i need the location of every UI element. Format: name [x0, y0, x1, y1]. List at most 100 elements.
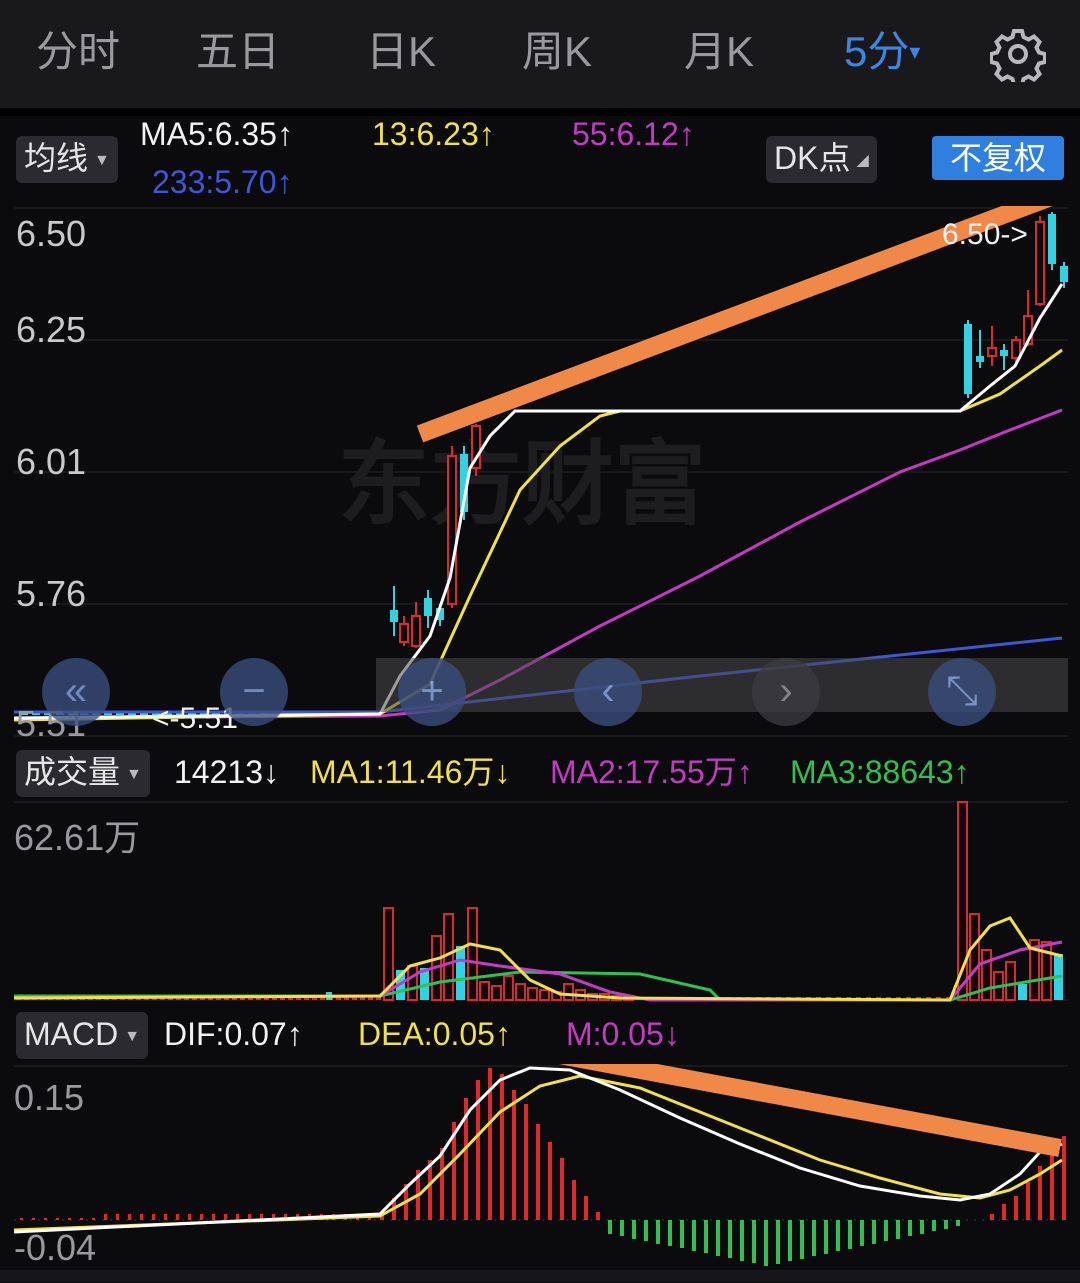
tab-weekly-k[interactable]: 周K [522, 22, 592, 82]
corner-triangle-icon: ◢ [856, 151, 869, 169]
ma5-value: MA5:6.35↑ [140, 112, 293, 156]
candle-body [390, 610, 398, 622]
volume-bar [479, 981, 490, 1001]
expand-icon: ⤡ [946, 669, 978, 713]
candle-body [1011, 339, 1021, 359]
fullscreen-button[interactable]: ⤡ [928, 658, 996, 726]
prev-button[interactable]: ‹ [574, 658, 642, 726]
ma-indicator-label: 均线 [24, 140, 89, 176]
macd-bar [656, 1220, 660, 1244]
ma233-value: 233:5.70↑ [152, 160, 293, 204]
macd-bar [56, 1218, 59, 1220]
macd-bar [692, 1220, 696, 1251]
macd-bar [512, 1090, 516, 1220]
macd-bar [224, 1214, 227, 1220]
candle-body [987, 347, 997, 357]
dk-point-selector[interactable]: DK点 ◢ [766, 136, 877, 183]
dk-point-label: DK点 [774, 140, 851, 176]
chevron-right-icon: › [779, 669, 793, 713]
vol-ma1-text: MA1:11.46万 [310, 754, 495, 790]
macd-bar [956, 1220, 960, 1226]
macd-bar [188, 1214, 191, 1220]
candlestick-chart[interactable]: 东方财富 6.50-> <-5.51 [0, 206, 1080, 738]
period-tab-bar: 分时 五日 日K 周K 月K 5分▾ [0, 0, 1080, 108]
macd-bar [860, 1220, 864, 1246]
m-text: M:0.05 [566, 1016, 664, 1052]
up-arrow-icon: ↑ [953, 754, 970, 790]
macd-bar [990, 1214, 994, 1220]
dif-text: DIF:0.07 [164, 1016, 287, 1052]
volume-bar [1018, 984, 1027, 1000]
chevron-down-icon: ▾ [909, 39, 921, 64]
ma13-text: 13:6.23 [372, 116, 479, 152]
macd-bar [908, 1220, 912, 1236]
macd-bar [812, 1220, 816, 1256]
ma55-text: 55:6.12 [572, 116, 679, 152]
macd-bar [932, 1220, 936, 1231]
up-arrow-icon: ↑ [678, 116, 695, 152]
candle-body [976, 356, 984, 362]
macd-bar [584, 1196, 588, 1220]
volume-bar [527, 987, 538, 1001]
tab-daily-k[interactable]: 日K [366, 22, 436, 82]
macd-bar [824, 1220, 828, 1254]
ma-indicator-selector[interactable]: 均线 ▼ [16, 136, 118, 183]
macd-bar [728, 1220, 732, 1258]
macd-bar [1050, 1146, 1054, 1220]
volume-indicator-selector[interactable]: 成交量 ▼ [16, 750, 150, 797]
tab-monthly-k[interactable]: 月K [684, 22, 754, 82]
tab-intraday[interactable]: 分时 [36, 22, 120, 82]
next-button[interactable]: › [752, 658, 820, 726]
macd-bar [752, 1220, 756, 1263]
macd-bar [1002, 1204, 1006, 1220]
time-axis [0, 1270, 1080, 1282]
macd-bar [788, 1220, 792, 1261]
volume-text: 14213 [174, 754, 263, 790]
macd-bar [800, 1220, 804, 1259]
y-label-601: 6.01 [16, 441, 87, 482]
up-arrow-icon: ↑ [478, 116, 495, 152]
gear-icon[interactable] [990, 26, 1046, 82]
candle-body [411, 615, 421, 647]
volume-bar [515, 983, 526, 1001]
y-label-625: 6.25 [16, 309, 87, 350]
no-adjust-button[interactable]: 不复权 [932, 136, 1064, 180]
zoom-out-button[interactable]: − [220, 658, 288, 726]
rewind-button[interactable]: « [42, 658, 110, 726]
macd-bar [896, 1220, 900, 1239]
macd-bar [536, 1124, 540, 1220]
macd-bar [1026, 1182, 1030, 1220]
macd-bar [116, 1214, 119, 1220]
macd-bar [92, 1218, 95, 1220]
zoom-in-button[interactable]: + [398, 658, 466, 726]
tab-5min[interactable]: 5分▾ [844, 22, 920, 82]
macd-dif-value: DIF:0.07↑ [164, 1012, 303, 1056]
volume-bar [407, 965, 418, 1001]
tab-five-day[interactable]: 五日 [196, 22, 280, 82]
macd-bar [212, 1214, 215, 1220]
macd-label: MACD [24, 1016, 119, 1052]
volume-chart[interactable] [0, 800, 1080, 1006]
up-arrow-icon: ↑ [494, 1016, 511, 1052]
macd-chart[interactable] [0, 1064, 1080, 1282]
macd-bar [596, 1212, 600, 1220]
macd-bar [848, 1220, 852, 1249]
up-arrow-icon: ↑ [286, 1016, 303, 1052]
watermark: 东方财富 [338, 431, 706, 538]
macd-bar [560, 1158, 564, 1220]
macd-bar [548, 1142, 552, 1220]
double-left-icon: « [64, 669, 88, 713]
macd-indicator-selector[interactable]: MACD ▼ [16, 1012, 149, 1059]
macd-bar [440, 1148, 444, 1220]
vol-ma3-value: MA3:88643↑ [790, 750, 970, 794]
volume-bar [503, 975, 514, 1001]
chevron-down-icon: ▼ [124, 1027, 141, 1045]
macd-bar [68, 1218, 71, 1220]
macd-bar [20, 1218, 23, 1220]
up-arrow-icon: ↑ [276, 116, 293, 152]
macd-bar [32, 1218, 35, 1220]
vol-ma2-value: MA2:17.55万↑ [550, 750, 753, 794]
macd-bar [872, 1220, 876, 1244]
macd-y-bottom: -0.04 [14, 1227, 97, 1268]
macd-bar [764, 1220, 768, 1266]
